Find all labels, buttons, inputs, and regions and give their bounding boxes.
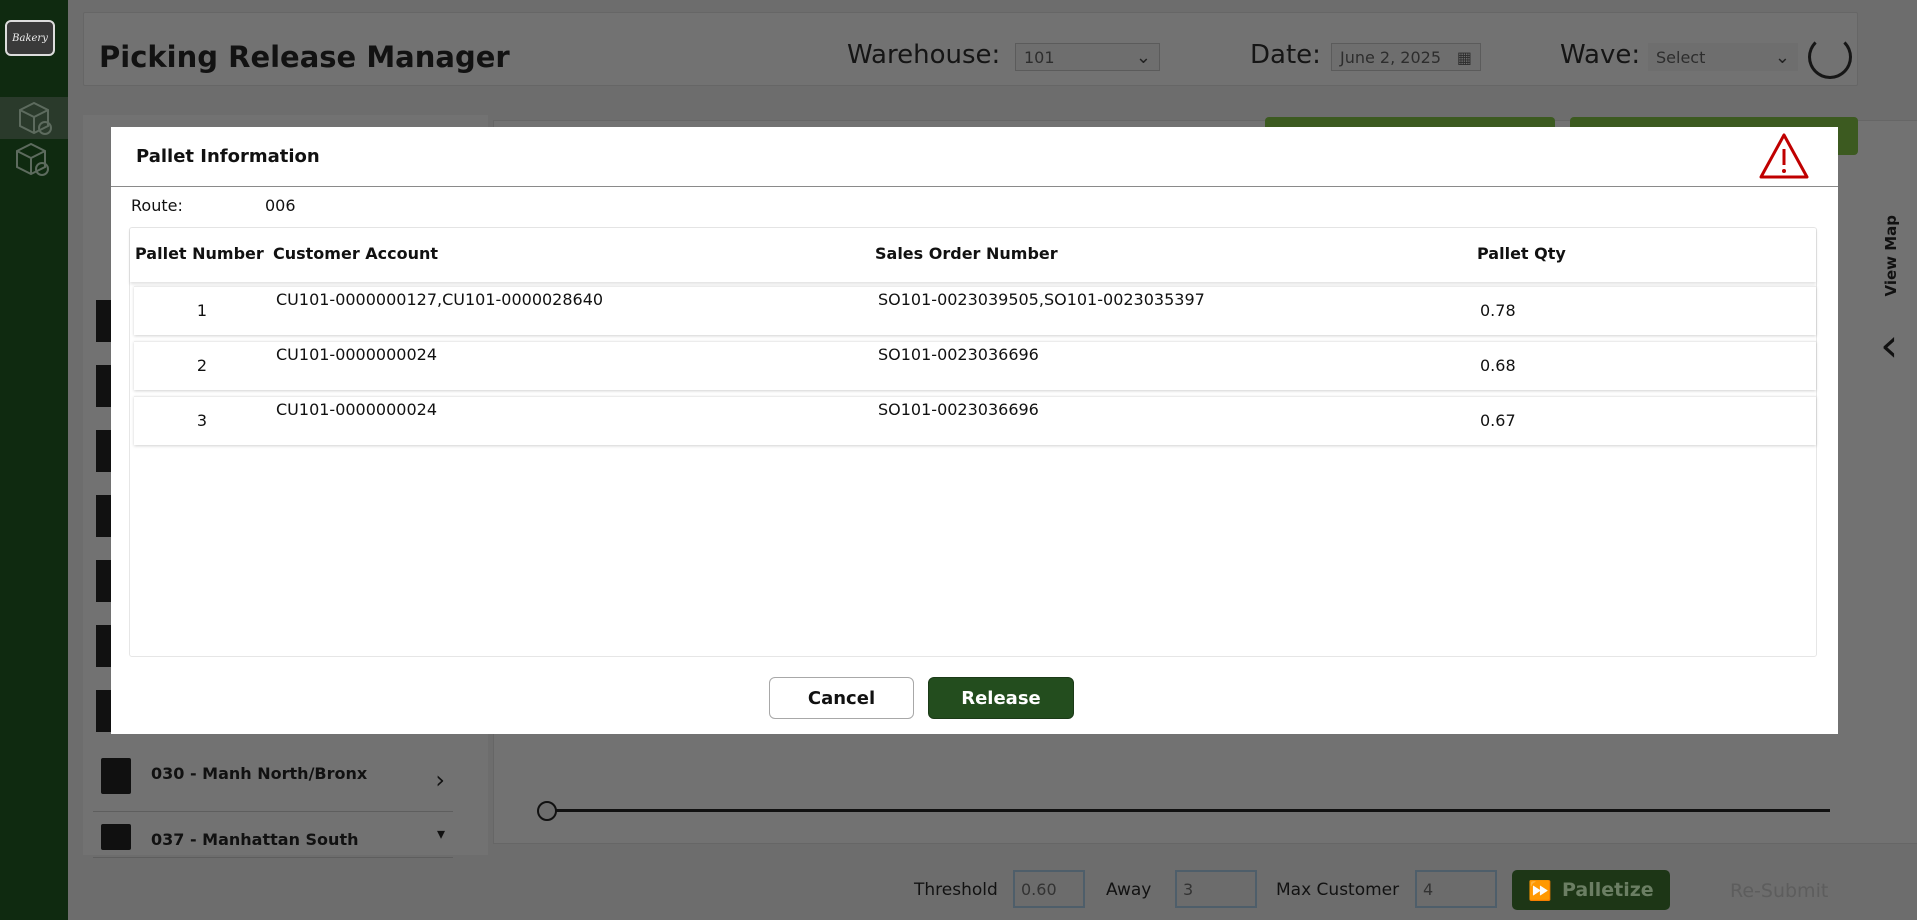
customer-account-cell: CU101-0000000024	[276, 345, 437, 364]
route-item-label: 030 - Manh North/Bronx	[151, 764, 368, 783]
dialog-header: Pallet Information	[111, 127, 1838, 187]
wave-select[interactable]: Select ⌄	[1648, 43, 1798, 71]
pallet-qty-cell: 0.67	[1480, 411, 1516, 430]
release-button[interactable]: Release	[928, 677, 1074, 719]
warning-icon	[1759, 133, 1809, 179]
column-header: Customer Account	[273, 244, 439, 263]
date-picker[interactable]: June 2, 2025 ▦	[1331, 43, 1481, 71]
threshold-label: Threshold	[914, 880, 998, 900]
chevron-down-icon: ▾	[436, 824, 445, 843]
pallet-number-cell: 2	[196, 356, 208, 375]
dialog-title: Pallet Information	[136, 146, 320, 167]
sales-order-cell: SO101-0023036696	[878, 345, 1039, 364]
truck-icon	[101, 758, 131, 794]
column-header: Pallet Qty	[1477, 244, 1566, 263]
away-input[interactable]: 3	[1175, 870, 1257, 908]
cancel-button[interactable]: Cancel	[769, 677, 914, 719]
refresh-icon[interactable]	[1808, 35, 1852, 79]
resubmit-button[interactable]: Re-Submit	[1730, 880, 1828, 902]
wave-label: Wave:	[1560, 40, 1641, 70]
route-item-label: 037 - Manhattan South	[151, 830, 359, 849]
column-header: Sales Order Number	[875, 244, 1058, 263]
pallet-information-dialog: Pallet Information Route: 006 Pallet Num…	[111, 127, 1838, 734]
pallet-number-cell: 3	[196, 411, 208, 430]
boxes-check-icon	[19, 101, 52, 135]
chevron-down-icon: ⌄	[1135, 46, 1151, 68]
nav-item-picking[interactable]	[0, 97, 68, 139]
truck-icon	[101, 824, 131, 850]
route-item[interactable]: 030 - Manh North/Bronx ›	[93, 752, 453, 812]
customer-account-cell: CU101-0000000127,CU101-0000028640	[276, 290, 604, 309]
nav-item-pallets[interactable]	[10, 138, 52, 180]
route-label: Route:	[131, 196, 183, 215]
palletize-button[interactable]: ⏩ Palletize	[1512, 870, 1670, 910]
fast-forward-icon: ⏩	[1528, 879, 1552, 902]
table-row[interactable]: 1 CU101-0000000127,CU101-0000028640 SO10…	[134, 286, 1816, 335]
logo-text: Bakery	[12, 32, 48, 44]
max-customer-input[interactable]: 4	[1415, 870, 1497, 908]
timeline-slider-track[interactable]	[547, 809, 1830, 812]
route-value: 006	[265, 196, 296, 215]
warehouse-value: 101	[1024, 47, 1055, 67]
warehouse-label: Warehouse:	[847, 40, 1001, 70]
view-map-tab[interactable]: View Map	[1882, 215, 1900, 297]
pallet-qty-cell: 0.68	[1480, 356, 1516, 375]
sales-order-cell: SO101-0023039505,SO101-0023035397	[878, 290, 1205, 309]
pallet-qty-cell: 0.78	[1480, 301, 1516, 320]
max-customer-label: Max Customer	[1276, 880, 1400, 900]
route-item[interactable]: 037 - Manhattan South ▾	[93, 818, 453, 858]
chevron-right-icon: ›	[435, 766, 445, 794]
page-title: Picking Release Manager	[99, 40, 510, 74]
timeline-slider-knob[interactable]	[537, 801, 557, 821]
customer-account-cell: CU101-0000000024	[276, 400, 437, 419]
warehouse-select[interactable]: 101 ⌄	[1015, 43, 1160, 71]
pallet-table: Pallet Number Customer Account Sales Ord…	[129, 227, 1817, 657]
company-logo: Bakery	[5, 20, 55, 56]
date-label: Date:	[1250, 40, 1321, 70]
left-nav-rail: Bakery	[0, 0, 68, 920]
palletize-label: Palletize	[1561, 879, 1654, 901]
chevron-down-icon: ⌄	[1774, 46, 1790, 68]
boxes-clock-icon	[16, 142, 49, 176]
date-value: June 2, 2025	[1340, 47, 1441, 67]
away-label: Away	[1106, 880, 1152, 900]
table-row[interactable]: 3 CU101-0000000024 SO101-0023036696 0.67	[134, 396, 1816, 445]
table-header: Pallet Number Customer Account Sales Ord…	[130, 228, 1816, 282]
table-row[interactable]: 2 CU101-0000000024 SO101-0023036696 0.68	[134, 341, 1816, 390]
pallet-number-cell: 1	[196, 301, 208, 320]
column-header: Pallet Number	[135, 244, 264, 263]
threshold-input[interactable]: 0.60	[1013, 870, 1085, 908]
sales-order-cell: SO101-0023036696	[878, 400, 1039, 419]
chevron-left-icon[interactable]: ‹	[1880, 318, 1898, 372]
calendar-icon: ▦	[1456, 47, 1472, 67]
wave-value: Select	[1656, 47, 1706, 67]
